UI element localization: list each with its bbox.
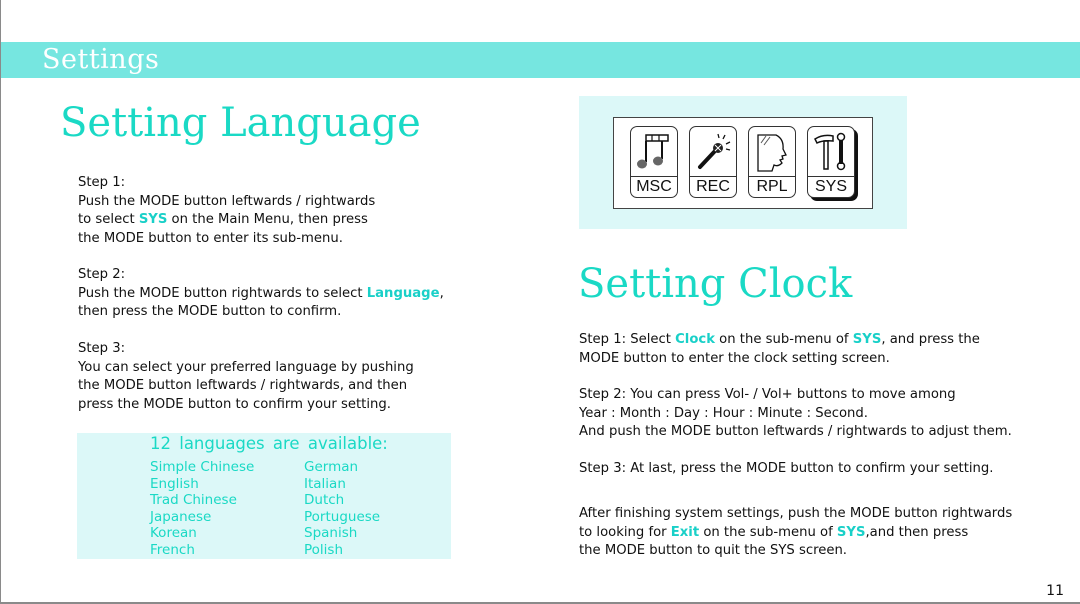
- setting-language-title: Setting Language: [60, 100, 421, 146]
- text: to looking for: [579, 524, 671, 540]
- language-item: English: [150, 475, 199, 492]
- language-item: Portuguese: [304, 508, 381, 525]
- clock-step-1: Step 1: Select Clock on the sub-menu of …: [579, 331, 980, 368]
- menu-item-rpl: RPL: [748, 126, 796, 198]
- tools-icon: [814, 132, 846, 171]
- language-step-3: Step 3: You can select your preferred la…: [78, 340, 414, 414]
- clock-step-3: Step 3: At last, press the MODE button t…: [579, 460, 993, 479]
- language-item: Dutch: [304, 492, 345, 509]
- note-text: After finishing system settings, push th…: [579, 506, 1013, 521]
- language-item: German: [304, 459, 359, 475]
- step-label: Step 1:: [78, 175, 126, 190]
- language-item: Spanish: [304, 525, 358, 542]
- language-item: Polish: [304, 541, 344, 558]
- language-step-2: Step 2: Push the MODE button rightwards …: [78, 266, 444, 322]
- step-text: You can select your preferred language b…: [78, 359, 414, 375]
- languages-heading: 12 languages are available:: [150, 434, 388, 453]
- menu-item-label: REC: [696, 178, 730, 195]
- step-text: Step 3: At last, press the MODE button t…: [579, 461, 994, 476]
- main-menu-illustration-panel: MSC REC RPL SYS: [579, 96, 907, 229]
- microphone-icon: [698, 133, 731, 169]
- setting-clock-title: Setting Clock: [578, 261, 853, 307]
- step-text: to select SYS on the Main Menu, then pre…: [78, 211, 375, 230]
- text: , and press the: [881, 332, 980, 347]
- music-note-icon: [637, 134, 669, 169]
- text: on the Main Menu, then press: [167, 212, 368, 227]
- menu-item-sys: SYS: [807, 126, 855, 198]
- menu-item-label: SYS: [814, 178, 847, 195]
- text: Step 1: Select: [579, 332, 676, 347]
- menu-item-label: RPL: [756, 178, 788, 195]
- step-text: Year : Month : Day : Hour : Minute : Sec…: [579, 405, 868, 421]
- exit-note: After finishing system settings, push th…: [579, 505, 1012, 561]
- step-text: the MODE button to enter its sub-menu.: [78, 230, 343, 246]
- menu-item-msc: MSC: [630, 126, 678, 198]
- highlight-sys: SYS: [138, 212, 168, 227]
- step-text: MODE button to enter the clock setting s…: [579, 350, 890, 366]
- text: ,and then press: [865, 524, 969, 540]
- language-item: Trad Chinese: [150, 492, 237, 509]
- text: to select: [78, 212, 139, 227]
- step-text: press the MODE button to confirm your se…: [78, 396, 391, 412]
- highlight-clock: Clock: [675, 332, 715, 347]
- language-item: Simple Chinese: [150, 459, 255, 475]
- step-text: Step 2: You can press Vol- / Vol+ button…: [579, 387, 956, 402]
- note-text: to looking for Exit on the sub-menu of S…: [579, 524, 1012, 543]
- clock-step-2: Step 2: You can press Vol- / Vol+ button…: [579, 386, 1012, 442]
- text: Push the MODE button rightwards to selec…: [78, 285, 367, 301]
- text: ,: [439, 285, 444, 301]
- main-menu-screen: MSC REC RPL SYS: [613, 117, 873, 209]
- page-number: 11: [1046, 583, 1064, 599]
- step-text: Push the MODE button leftwards / rightwa…: [78, 193, 376, 209]
- step-label: Step 2:: [78, 267, 126, 282]
- text: on the sub-menu of: [699, 524, 837, 540]
- menu-item-rec: REC: [689, 126, 737, 198]
- speaking-head-icon: [757, 134, 787, 172]
- language-item: Japanese: [150, 508, 212, 525]
- step-text: Step 1: Select Clock on the sub-menu of …: [579, 331, 980, 350]
- step-label: Step 3:: [78, 341, 126, 356]
- section-header-bar: Settings: [1, 42, 1080, 78]
- language-item: Korean: [150, 525, 197, 542]
- step-text: Push the MODE button rightwards to selec…: [78, 285, 444, 304]
- languages-box: 12 languages are available: Simple Chine…: [77, 433, 451, 559]
- note-text: the MODE button to quit the SYS screen.: [579, 543, 847, 558]
- highlight-language: Language: [366, 285, 440, 301]
- highlight-exit: Exit: [670, 524, 700, 540]
- step-text: the MODE button leftwards / rightwards, …: [78, 378, 408, 393]
- language-step-1: Step 1: Push the MODE button leftwards /…: [78, 174, 375, 248]
- languages-column-2: German Italian Dutch Portuguese Spanish …: [304, 459, 380, 559]
- step-text: And push the MODE button leftwards / rig…: [579, 424, 1012, 439]
- page-border: [0, 0, 1, 604]
- menu-item-label: MSC: [636, 178, 672, 195]
- highlight-sys: SYS: [852, 332, 882, 347]
- languages-column-1: Simple Chinese English Trad Chinese Japa…: [150, 459, 254, 559]
- section-header-title: Settings: [42, 44, 160, 75]
- language-item: French: [150, 541, 195, 558]
- step-text: then press the MODE button to confirm.: [78, 304, 342, 319]
- highlight-sys: SYS: [836, 524, 866, 540]
- text: on the sub-menu of: [714, 332, 853, 347]
- language-item: Italian: [304, 475, 346, 492]
